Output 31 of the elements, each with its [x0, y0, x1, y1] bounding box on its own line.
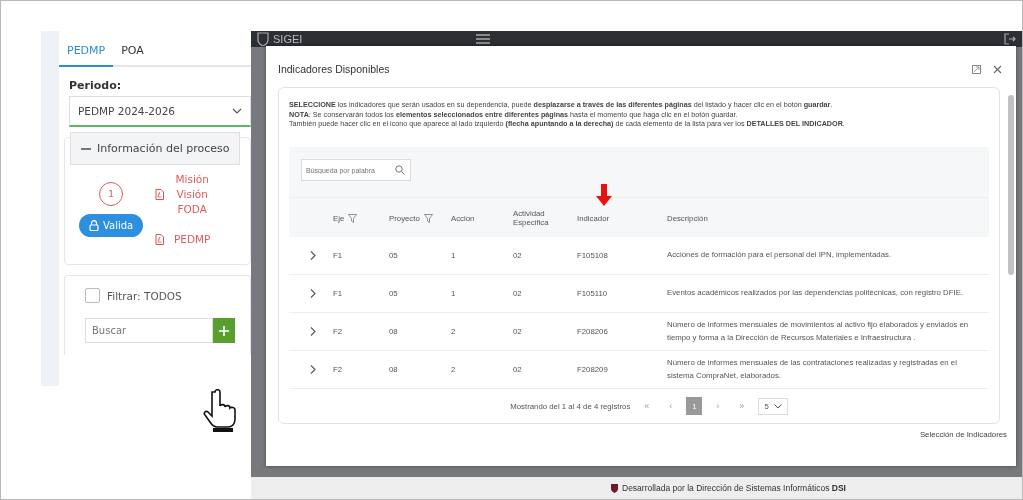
tab[interactable]: PEDMP [59, 39, 114, 67]
pdf-file-icon [155, 189, 165, 201]
menu-icon[interactable] [476, 34, 491, 44]
shield-logo-icon [257, 32, 269, 46]
shield-logo-icon [611, 483, 618, 493]
filter-checkbox[interactable]: Filtrar: TODOS [85, 288, 230, 303]
lock-icon [89, 220, 99, 231]
add-button[interactable] [213, 318, 235, 343]
chevron-down-icon [232, 108, 242, 114]
chevron-down-icon [773, 403, 782, 409]
plus-icon [219, 325, 229, 336]
scrollbar[interactable] [1008, 95, 1014, 275]
filter-icon [423, 213, 433, 223]
filter-icon [348, 213, 358, 223]
pdf-file-icon [155, 233, 165, 245]
modal-title: Indicadores Disponibles [278, 63, 391, 75]
search-field[interactable]: Buscar [85, 318, 213, 343]
footer-text: Desarrollada por la Dirección de Sistemas Informáticos DSI [622, 483, 846, 493]
document-link[interactable]: Misión Visión FODA [155, 172, 213, 218]
maximize-icon[interactable] [972, 64, 981, 74]
document-link[interactable]: PEDMP [155, 231, 213, 247]
app-title: SIGEI [273, 33, 303, 45]
search-icon [395, 165, 405, 176]
period-label: Periodo: [69, 79, 123, 92]
pointing-hand-icon [203, 389, 237, 433]
process-toggle[interactable]: Información del proceso [70, 132, 241, 165]
tab[interactable]: POA [113, 39, 152, 67]
close-icon[interactable] [993, 64, 1002, 74]
down-arrow-icon [596, 184, 612, 207]
logout-icon[interactable] [1004, 33, 1016, 45]
period-dropdown[interactable]: PEDMP 2024-2026 [69, 96, 251, 127]
